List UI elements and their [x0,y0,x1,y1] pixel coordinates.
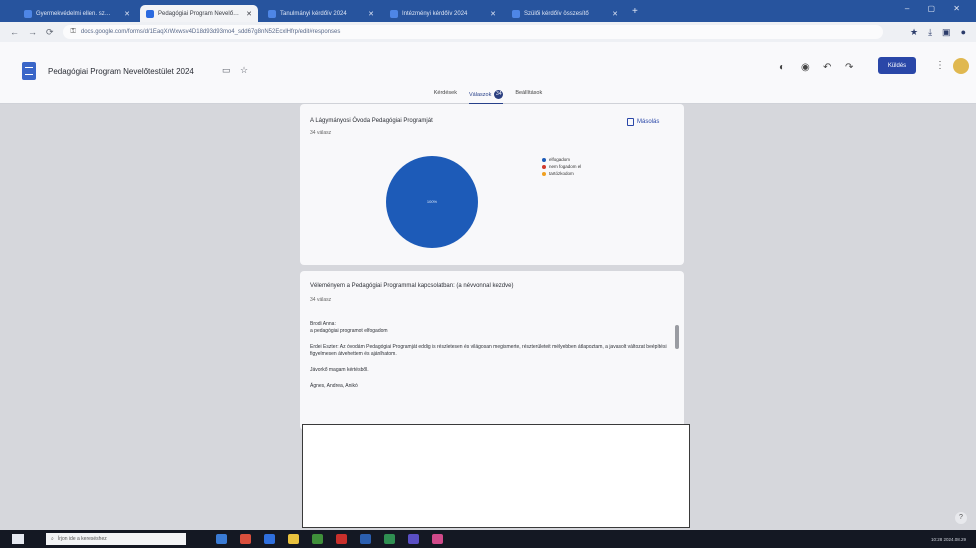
browser-tab[interactable]: Intézményi kérdőív 2024 ✕ [384,5,502,22]
tab-label: Szülői kérdőív összesítő [524,10,589,17]
legend-label: tartózkodom [549,171,574,176]
back-icon[interactable]: ← [10,27,19,37]
tab-label: Pedagógiai Program Nevelő… [158,10,240,17]
blank-overlay-box [302,424,690,528]
preview-eye-icon[interactable]: ◉ [801,62,810,73]
copy-icon [627,118,634,126]
url-field[interactable]: ⚿ docs.google.com/forms/d/1EaqXrWxwsv4D18… [62,25,883,39]
copy-label: Másolás [637,119,660,125]
list-item: Ágnes, Andrea, Anikó [310,383,358,389]
forward-icon[interactable]: → [28,27,37,37]
legend-label: nem fogadom el [549,164,582,169]
tab-favicon-icon [268,9,276,18]
edge-icon[interactable] [264,534,275,544]
list-item: Jávorkő magam kértésből. [310,367,369,373]
help-icon[interactable]: ? [955,512,967,524]
tab-settings[interactable]: Beállítások [515,90,542,105]
list-item: Erdei Eszter: Az óvodám Pedagógiai Progr… [310,344,667,357]
tab-favicon-icon [146,9,154,18]
forms-logo-icon [22,62,36,80]
tab-favicon-icon [512,9,520,18]
legend-swatch-icon [542,171,546,176]
tab-label: Tanulmányi kérdőív 2024 [280,10,347,17]
redo-icon[interactable]: ↷ [845,62,853,73]
chart-legend: elfogadom nem fogadom el tartózkodom [542,156,581,177]
tab-responses-label: Válaszok [469,91,492,98]
taskbar: ⌕ Írjon ide a kereséshez 10:28 2024.08.29 [0,530,976,548]
browser-tab-strip: Gyermekvédelmi ellen. sz… ✕ Pedagógiai Pr… [0,0,976,22]
excel-icon[interactable] [384,534,395,544]
extensions-icon[interactable]: ▣ [942,27,951,38]
window-controls-icon[interactable]: – ▢ ✕ [905,4,968,13]
site-info-icon[interactable]: ⚿ [71,28,76,36]
scrollbar[interactable] [675,325,679,349]
legend-item: elfogadom [542,156,581,163]
legend-item: tartózkodom [542,170,581,177]
windows-start-icon[interactable] [12,534,24,544]
avatar[interactable] [953,58,969,74]
taskbar-search-input[interactable]: ⌕ Írjon ide a kereséshez [46,533,186,545]
close-icon[interactable]: ✕ [368,10,374,18]
bookmark-star-icon[interactable]: ★ [910,27,918,38]
response-count-badge: 34 [494,90,504,99]
form-tabs: Kérdések Válaszok 34 Beállítások [0,90,976,105]
word-icon[interactable] [360,534,371,544]
tab-responses[interactable]: Válaszok 34 [469,90,504,105]
task-view-icon[interactable] [216,534,227,544]
response-count: 34 válasz [310,297,332,303]
tab-favicon-icon [24,9,32,18]
close-icon[interactable]: ✕ [612,10,618,18]
question-title: A Lágymányosi Óvoda Pedagógiai Programjá… [310,118,433,124]
new-tab-icon[interactable]: + [632,6,638,17]
reload-icon[interactable]: ⟳ [46,27,54,38]
star-icon[interactable]: ☆ [240,65,248,76]
app-icon[interactable] [312,534,323,544]
pie-chart: 100% [386,156,478,248]
send-button[interactable]: Küldés [878,57,916,74]
download-icon[interactable]: ⤓ [928,27,932,38]
app-icon[interactable] [432,534,443,544]
folder-icon[interactable]: ▭ [222,65,231,76]
system-clock[interactable]: 10:28 2024.08.29 [931,537,966,542]
legend-swatch-icon [542,157,546,162]
question-summary-card: A Lágymányosi Óvoda Pedagógiai Programjá… [300,104,684,265]
forms-header: Pedagógiai Program Nevelőtestület 2024 ▭… [0,42,976,105]
profile-icon[interactable]: ● [961,27,966,38]
search-placeholder: Írjon ide a kereséshez [57,536,107,542]
response-list[interactable]: Brodi Anna: a pedagógiai programot elfog… [310,321,670,399]
tab-questions[interactable]: Kérdések [434,90,457,105]
browser-tab[interactable]: Gyermekvédelmi ellen. sz… ✕ [18,5,136,22]
copy-chart-button[interactable]: Másolás [627,118,659,126]
legend-swatch-icon [542,164,546,169]
app-icon[interactable] [336,534,347,544]
file-explorer-icon[interactable] [288,534,299,544]
pie-slice-label: 100% [426,199,438,204]
more-options-icon[interactable]: ⋮ [935,60,945,71]
browser-tab[interactable]: Tanulmányi kérdőív 2024 ✕ [262,5,380,22]
legend-item: nem fogadom el [542,163,581,170]
question-summary-card: Véleményem a Pedagógiai Programmal kapcs… [300,271,684,430]
browser-tab-active[interactable]: Pedagógiai Program Nevelő… ✕ [140,5,258,22]
close-icon[interactable]: ✕ [246,10,252,18]
legend-label: elfogadom [549,157,571,162]
app-icon[interactable] [408,534,419,544]
close-icon[interactable]: ✕ [490,10,496,18]
tab-favicon-icon [390,9,398,18]
app-icon[interactable] [240,534,251,544]
question-title: Véleményem a Pedagógiai Programmal kapcs… [310,283,514,289]
tab-label: Gyermekvédelmi ellen. sz… [36,10,111,17]
url-text: docs.google.com/forms/d/1EaqXrWxwsv4D18d… [80,29,341,35]
close-icon[interactable]: ✕ [124,10,130,18]
search-icon: ⌕ [51,536,54,542]
response-count: 34 válasz [310,130,332,136]
undo-icon[interactable]: ↶ [823,62,831,73]
palette-icon[interactable]: ◐ [779,62,785,73]
form-title[interactable]: Pedagógiai Program Nevelőtestület 2024 [48,67,194,76]
list-item: Brodi Anna: a pedagógiai programot elfog… [310,321,388,334]
tab-label: Intézményi kérdőív 2024 [402,10,468,17]
browser-tab[interactable]: Szülői kérdőív összesítő ✕ [506,5,624,22]
address-bar: ← → ⟳ ⚿ docs.google.com/forms/d/1EaqXrWxw… [0,22,976,42]
